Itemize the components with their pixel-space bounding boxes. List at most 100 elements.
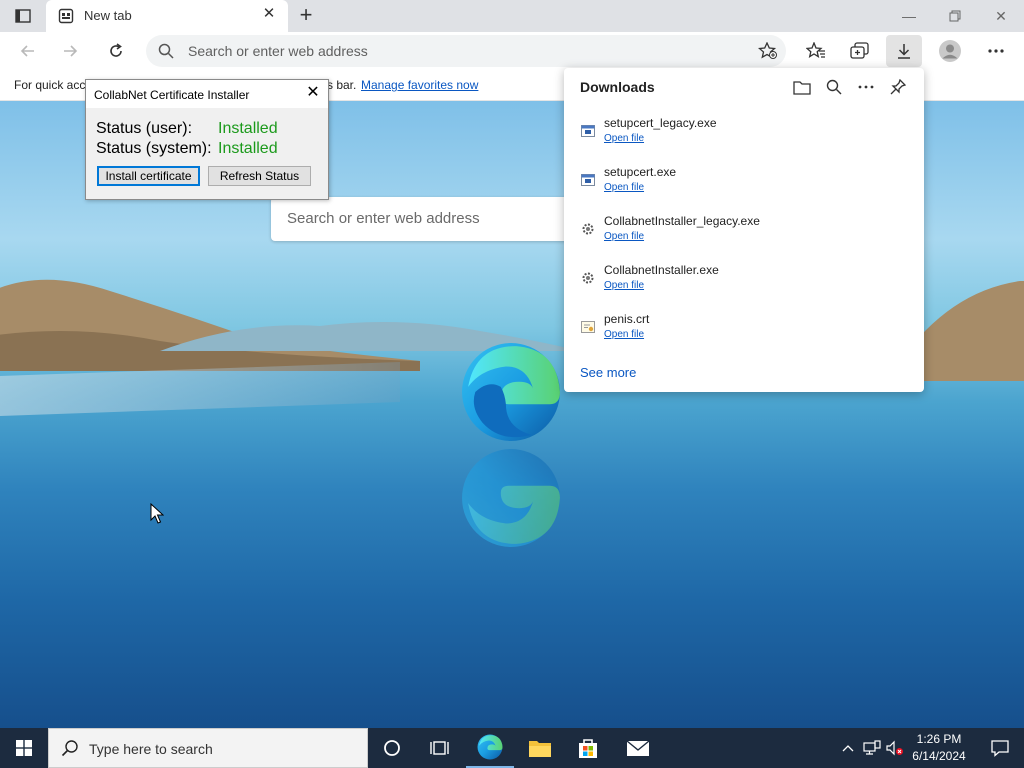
tab-actions-button[interactable]	[10, 6, 36, 26]
downloads-more-button[interactable]	[854, 76, 878, 98]
edge-logo-icon	[462, 343, 560, 441]
restore-button[interactable]	[932, 2, 978, 30]
taskbar: Type here to search 1:26 PM 6/14/2024	[0, 728, 1024, 768]
certificate-icon	[581, 321, 595, 333]
download-item[interactable]: setupcert_legacy.exe Open file	[564, 112, 924, 160]
notification-icon	[991, 740, 1009, 757]
download-filename: CollabnetInstaller_legacy.exe	[604, 214, 760, 228]
taskbar-store-button[interactable]	[564, 728, 612, 768]
back-button[interactable]	[14, 37, 42, 65]
forward-arrow-icon	[64, 45, 78, 57]
show-hidden-icons-button[interactable]	[838, 738, 858, 758]
profile-button[interactable]	[936, 37, 964, 65]
favorites-bar-text-end: s bar.	[327, 78, 357, 92]
open-downloads-folder-button[interactable]	[790, 76, 814, 98]
status-system-value: Installed	[218, 140, 278, 157]
avatar-icon	[939, 40, 961, 62]
chevron-up-icon	[842, 745, 854, 752]
settings-more-button[interactable]	[982, 37, 1010, 65]
taskbar-edge-button[interactable]	[466, 728, 514, 768]
see-more-link[interactable]: See more	[580, 365, 636, 380]
new-tab-button[interactable]: +	[296, 4, 316, 26]
network-icon	[863, 740, 881, 755]
download-filename: setupcert_legacy.exe	[604, 116, 717, 130]
mouse-cursor-icon	[150, 503, 164, 524]
close-window-button[interactable]: ✕	[978, 2, 1024, 30]
download-filename: penis.crt	[604, 312, 650, 326]
tab-actions-icon	[15, 9, 31, 23]
task-view-icon	[430, 741, 449, 755]
certificate-installer-dialog: CollabNet Certificate Installer ✕ Status…	[85, 79, 329, 200]
download-item[interactable]: penis.crt Open file	[564, 308, 924, 356]
task-view-button[interactable]	[416, 728, 464, 768]
exe-icon	[581, 125, 595, 137]
download-item[interactable]: CollabnetInstaller.exe Open file	[564, 259, 924, 307]
cortana-circle-icon	[384, 740, 400, 756]
minimize-icon: —	[902, 8, 916, 24]
taskbar-search-box[interactable]: Type here to search	[48, 728, 368, 768]
tab-close-icon[interactable]: ✕	[262, 6, 276, 21]
search-downloads-button[interactable]	[822, 76, 846, 98]
dialog-close-icon[interactable]: ✕	[304, 84, 322, 102]
taskbar-file-explorer-button[interactable]	[516, 728, 564, 768]
browser-toolbar: Search or enter web address	[0, 32, 1024, 70]
refresh-icon	[110, 43, 122, 57]
status-user-label: Status (user):	[96, 120, 193, 137]
mail-envelope-icon	[626, 740, 650, 756]
favorites-bar-text: For quick acc	[14, 78, 86, 92]
store-bag-icon	[579, 739, 597, 758]
edge-logo-reflection	[462, 449, 560, 547]
downloads-title: Downloads	[580, 79, 655, 95]
new-tab-favicon-icon	[58, 8, 74, 24]
favorites-button[interactable]	[802, 37, 830, 65]
manage-favorites-link[interactable]: Manage favorites now	[361, 78, 478, 92]
tab-new-tab[interactable]: New tab ✕	[46, 0, 288, 32]
back-arrow-icon	[20, 45, 34, 57]
minimize-button[interactable]: —	[886, 2, 932, 30]
add-favorite-icon[interactable]	[758, 42, 778, 60]
search-icon	[61, 740, 78, 757]
status-user-value: Installed	[218, 120, 278, 137]
open-file-link[interactable]: Open file	[604, 280, 644, 291]
pin-icon	[890, 79, 906, 95]
collections-icon	[850, 42, 869, 59]
taskbar-clock[interactable]: 1:26 PM 6/14/2024	[900, 731, 978, 767]
clock-date: 6/14/2024	[912, 749, 966, 763]
open-file-link[interactable]: Open file	[604, 329, 644, 340]
windows-logo-icon	[16, 740, 32, 756]
forward-button[interactable]	[56, 37, 84, 65]
more-dots-icon	[858, 85, 874, 89]
dialog-title: CollabNet Certificate Installer	[94, 88, 250, 102]
ntp-search-placeholder: Search or enter web address	[287, 210, 480, 227]
dialog-titlebar[interactable]: CollabNet Certificate Installer ✕	[86, 80, 328, 108]
download-filename: setupcert.exe	[604, 165, 677, 179]
downloads-button[interactable]	[886, 35, 922, 67]
download-icon	[898, 44, 910, 59]
address-bar[interactable]: Search or enter web address	[146, 35, 786, 67]
restore-icon	[949, 10, 961, 22]
taskbar-mail-button[interactable]	[614, 728, 662, 768]
ntp-search-box[interactable]: Search or enter web address	[271, 197, 571, 241]
refresh-status-button[interactable]: Refresh Status	[208, 166, 311, 186]
cortana-button[interactable]	[368, 728, 416, 768]
folder-icon	[529, 741, 551, 757]
downloads-flyout: Downloads setupcert_legacy.exe Open file…	[564, 68, 924, 392]
edge-icon	[477, 734, 503, 760]
pin-downloads-button[interactable]	[886, 76, 910, 98]
refresh-button[interactable]	[102, 37, 130, 65]
start-button[interactable]	[0, 728, 48, 768]
clock-time: 1:26 PM	[916, 732, 962, 746]
open-file-link[interactable]: Open file	[604, 182, 644, 193]
open-file-link[interactable]: Open file	[604, 133, 644, 144]
network-status-button[interactable]	[862, 738, 882, 758]
exe-icon	[581, 174, 595, 186]
folder-icon	[793, 81, 811, 95]
action-center-button[interactable]	[976, 728, 1024, 768]
open-file-link[interactable]: Open file	[604, 231, 644, 242]
favorites-star-icon	[806, 42, 825, 58]
collections-button[interactable]	[846, 37, 874, 65]
download-item[interactable]: setupcert.exe Open file	[564, 161, 924, 209]
install-certificate-button[interactable]: Install certificate	[97, 166, 200, 186]
download-item[interactable]: CollabnetInstaller_legacy.exe Open file	[564, 210, 924, 258]
search-icon	[158, 43, 174, 59]
